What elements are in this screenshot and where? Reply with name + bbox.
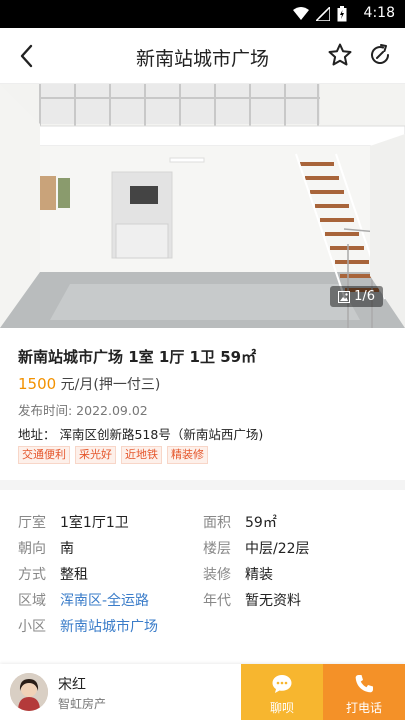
call-button[interactable]: 打电话 <box>323 664 405 720</box>
status-icons <box>293 6 347 22</box>
bottom-action-bar: 宋红 智虹房产 聊呗 打电话 <box>0 664 405 720</box>
attr-key: 装修 <box>203 567 231 583</box>
signal-icon <box>316 7 330 21</box>
agent-avatar[interactable] <box>10 673 48 711</box>
community-link[interactable]: 新南站城市广场 <box>60 619 158 635</box>
listing-name: 新南站城市广场 1室 1厅 1卫 59㎡ <box>18 348 257 366</box>
chat-bubble-icon <box>272 675 292 693</box>
attr-rent-type: 方式 整租 <box>18 564 88 584</box>
listing-price: 1500 元/月(押一付三) <box>18 374 160 394</box>
attr-key: 面积 <box>203 515 231 531</box>
attr-year: 年代 暂无资料 <box>203 590 301 610</box>
attr-orientation: 朝向南 <box>18 538 74 558</box>
agent-company: 智虹房产 <box>58 697 107 711</box>
feature-tag: 近地铁 <box>121 446 162 464</box>
phone-icon <box>355 675 373 693</box>
feature-tag: 交通便利 <box>18 446 70 464</box>
attr-key: 朝向 <box>18 541 46 557</box>
attr-decoration: 装修 精装 <box>203 564 273 584</box>
attr-value: 南 <box>60 541 74 557</box>
chat-button-label: 聊呗 <box>269 701 294 715</box>
feature-tag: 采光好 <box>75 446 116 464</box>
wifi-icon <box>293 7 309 20</box>
attr-community: 小区 新南站城市广场 <box>18 616 158 636</box>
attr-value: 1室1厅1卫 <box>60 515 129 531</box>
photo-counter-text: 1/6 <box>354 289 375 304</box>
attr-region: 区域 浑南区-全运路 <box>18 590 149 610</box>
attr-key: 区域 <box>18 593 46 609</box>
agent-photo-icon <box>10 673 48 711</box>
attr-value: 中层/22层 <box>245 541 310 557</box>
publish-date: 发布时间: 2022.09.02 <box>18 403 148 418</box>
share-icon[interactable] <box>367 42 393 68</box>
attr-key: 年代 <box>203 593 231 609</box>
listing-address: 地址： 浑南区创新路518号（新南站西广场) <box>18 427 264 442</box>
status-time: 4:18 <box>363 5 395 21</box>
chat-button[interactable]: 聊呗 <box>241 664 323 720</box>
photo-counter: 1/6 <box>330 286 383 307</box>
attr-key: 楼层 <box>203 541 231 557</box>
attr-area: 面积 59㎡ <box>203 512 277 532</box>
attr-value: 暂无资料 <box>245 593 301 609</box>
price-unit: 元/月(押一付三) <box>56 377 161 393</box>
price-amount: 1500 <box>18 375 57 393</box>
attr-layout: 厅室 1室1厅1卫 <box>18 512 129 532</box>
feature-tag: 精装修 <box>167 446 208 464</box>
status-bar: 4:18 <box>0 0 405 28</box>
attr-value: 精装 <box>245 567 273 583</box>
listing-photo[interactable]: 1/6 <box>0 84 405 328</box>
nav-bar: 新南站城市广场 <box>0 28 405 84</box>
attr-value: 整租 <box>60 567 88 583</box>
region-link[interactable]: 浑南区-全运路 <box>60 593 149 609</box>
feature-tags: 交通便利 采光好 近地铁 精装修 <box>18 446 208 464</box>
section-divider <box>0 480 405 490</box>
attr-key: 方式 <box>18 567 46 583</box>
attr-key: 小区 <box>18 619 46 635</box>
attr-floor: 楼层 中层/22层 <box>203 538 310 558</box>
battery-icon <box>337 6 347 22</box>
call-button-label: 打电话 <box>345 701 382 715</box>
attribute-grid: 厅室 1室1厅1卫 面积 59㎡ 朝向南 楼层 中层/22层 方式 整租 装修 精装 区域… <box>0 500 405 650</box>
image-icon <box>338 290 351 303</box>
attr-value: 59㎡ <box>245 515 277 531</box>
agent-name: 宋红 <box>58 677 86 693</box>
attr-key: 厅室 <box>18 515 46 531</box>
favorite-star-icon[interactable] <box>327 42 353 68</box>
